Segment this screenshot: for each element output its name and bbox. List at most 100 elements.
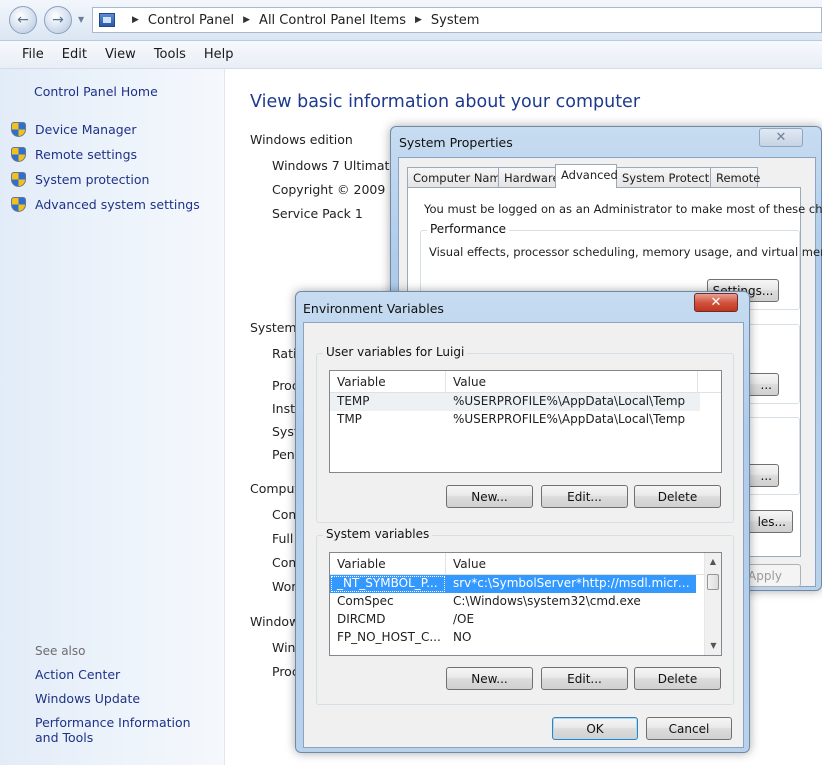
- system-variables-group: System variables Variable Value _NT_SYMB…: [316, 527, 734, 705]
- sidebar-home-link[interactable]: Control Panel Home: [34, 84, 158, 99]
- address-bar: ← → ▼ ▶ Control Panel ▶ All Control Pane…: [0, 0, 822, 41]
- menu-view[interactable]: View: [105, 47, 136, 62]
- cancel-button[interactable]: Cancel: [646, 717, 732, 740]
- activation-row: Win: [272, 640, 296, 655]
- uac-shield-icon: [11, 172, 26, 187]
- system-heading: System: [250, 320, 297, 335]
- see-also-heading: See also: [35, 644, 86, 658]
- variable-value: NO: [453, 630, 472, 644]
- column-value[interactable]: Value: [446, 371, 698, 392]
- system-variables-scrollbar[interactable]: ▲ ▼: [704, 553, 721, 655]
- history-dropdown-icon[interactable]: ▼: [78, 15, 84, 24]
- see-also-action-center[interactable]: Action Center: [35, 667, 120, 682]
- system-variables-list[interactable]: Variable Value _NT_SYMBOL_P... srv*c:\Sy…: [329, 552, 722, 656]
- variable-name: _NT_SYMBOL_P...: [330, 575, 446, 593]
- close-button[interactable]: ✕: [694, 293, 738, 312]
- column-variable[interactable]: Variable: [330, 371, 446, 392]
- edition-copyright: Copyright © 2009 Mic: [272, 182, 390, 197]
- variable-name: ComSpec: [337, 594, 394, 608]
- user-edit-button[interactable]: Edit...: [541, 485, 628, 508]
- menu-file[interactable]: File: [22, 47, 44, 62]
- system-variables-header: Variable Value: [330, 553, 704, 575]
- sidebar-item-system-protection[interactable]: System protection: [35, 172, 149, 187]
- system-variable-row[interactable]: _NT_SYMBOL_P... srv*c:\SymbolServer*http…: [330, 575, 696, 593]
- environment-variables-dialog: Environment Variables ✕ User variables f…: [295, 291, 750, 753]
- system-row: Pen: [272, 447, 295, 462]
- address-box[interactable]: ▶ Control Panel ▶ All Control Panel Item…: [92, 7, 822, 33]
- edition-name: Windows 7 Ultimate: [272, 158, 398, 173]
- windows-edition-heading: Windows edition: [250, 132, 353, 147]
- variable-value: %USERPROFILE%\AppData\Local\Temp: [453, 412, 686, 426]
- sidebar-item-advanced-settings[interactable]: Advanced system settings: [35, 197, 200, 212]
- system-variable-row[interactable]: FP_NO_HOST_C... NO: [330, 629, 721, 647]
- control-panel-icon: [99, 13, 115, 27]
- user-delete-button[interactable]: Delete: [634, 485, 721, 508]
- breadcrumb-separator-icon[interactable]: ▶: [243, 15, 250, 25]
- user-new-button[interactable]: New...: [446, 485, 533, 508]
- performance-group-label: Performance: [427, 222, 510, 236]
- performance-description: Visual effects, processor scheduling, me…: [429, 245, 822, 259]
- variable-name: FP_NO_HOST_C...: [337, 630, 441, 644]
- computer-row: Full: [272, 531, 294, 546]
- breadcrumb-all-items[interactable]: All Control Panel Items: [259, 13, 406, 28]
- column-variable[interactable]: Variable: [330, 553, 446, 574]
- uac-shield-icon: [11, 147, 26, 162]
- variable-name: TEMP: [337, 394, 370, 408]
- variable-name: TMP: [337, 412, 362, 426]
- uac-shield-icon: [11, 122, 26, 137]
- back-arrow-icon: ←: [17, 12, 29, 28]
- user-variables-list[interactable]: Variable Value TEMP %USERPROFILE%\AppDat…: [329, 370, 722, 473]
- tab-system-protection[interactable]: System Protection: [616, 167, 727, 187]
- see-also-performance-info[interactable]: Performance Information and Tools: [35, 715, 205, 745]
- admin-note: You must be logged on as an Administrato…: [424, 202, 822, 216]
- variable-value: srv*c:\SymbolServer*http://msdl.microsof…: [453, 576, 696, 590]
- system-edit-button[interactable]: Edit...: [541, 667, 628, 690]
- system-new-button[interactable]: New...: [446, 667, 533, 690]
- breadcrumb-control-panel[interactable]: Control Panel: [148, 13, 234, 28]
- sidebar-item-device-manager[interactable]: Device Manager: [35, 122, 137, 137]
- scroll-down-icon[interactable]: ▼: [705, 637, 721, 654]
- uac-shield-icon: [11, 197, 26, 212]
- tab-hardware[interactable]: Hardware: [498, 167, 560, 187]
- forward-arrow-icon: →: [52, 12, 64, 28]
- scroll-thumb[interactable]: [707, 574, 719, 590]
- user-variable-row[interactable]: TMP %USERPROFILE%\AppData\Local\Temp: [330, 411, 721, 429]
- system-properties-title: System Properties: [399, 135, 513, 150]
- variable-value: /OE: [453, 612, 475, 626]
- user-variable-row[interactable]: TEMP %USERPROFILE%\AppData\Local\Temp: [330, 393, 700, 411]
- variable-value: %USERPROFILE%\AppData\Local\Temp: [453, 394, 686, 408]
- breadcrumb-separator-icon[interactable]: ▶: [132, 15, 139, 25]
- windows-activation-heading: Window: [250, 614, 300, 629]
- see-also-windows-update[interactable]: Windows Update: [35, 691, 140, 706]
- environment-variables-body: User variables for Luigi Variable Value …: [303, 322, 744, 748]
- menu-help[interactable]: Help: [204, 47, 234, 62]
- breadcrumb-system[interactable]: System: [431, 13, 479, 28]
- tab-computer-name[interactable]: Computer Name: [407, 167, 508, 187]
- user-variables-header: Variable Value: [330, 371, 721, 393]
- variable-value: C:\Windows\system32\cmd.exe: [453, 594, 641, 608]
- column-value[interactable]: Value: [446, 553, 704, 574]
- scroll-up-icon[interactable]: ▲: [705, 553, 721, 570]
- menu-tools[interactable]: Tools: [154, 47, 186, 62]
- menu-bar: File Edit View Tools Help: [0, 41, 822, 69]
- breadcrumb-separator-icon[interactable]: ▶: [415, 15, 422, 25]
- edition-service-pack: Service Pack 1: [272, 206, 363, 221]
- close-icon[interactable]: ✕: [759, 128, 803, 147]
- menu-edit[interactable]: Edit: [62, 47, 87, 62]
- system-delete-button[interactable]: Delete: [634, 667, 721, 690]
- forward-button[interactable]: →: [44, 6, 72, 34]
- close-icon: ✕: [710, 295, 722, 310]
- ok-button[interactable]: OK: [552, 717, 638, 740]
- variable-name: DIRCMD: [337, 612, 386, 626]
- computer-name-heading: Comput: [250, 481, 300, 496]
- system-variable-row[interactable]: DIRCMD /OE: [330, 611, 721, 629]
- back-button[interactable]: ←: [9, 6, 37, 34]
- tab-remote[interactable]: Remote: [710, 167, 760, 187]
- system-variable-row[interactable]: ComSpec C:\Windows\system32\cmd.exe: [330, 593, 721, 611]
- sidebar-item-remote-settings[interactable]: Remote settings: [35, 147, 137, 162]
- tab-advanced[interactable]: Advanced: [555, 164, 618, 188]
- computer-row: Wor: [272, 579, 297, 594]
- user-variables-label: User variables for Luigi: [323, 345, 468, 359]
- sidebar: Control Panel Home Device Manager Remote…: [0, 69, 225, 765]
- system-variables-label: System variables: [323, 527, 433, 541]
